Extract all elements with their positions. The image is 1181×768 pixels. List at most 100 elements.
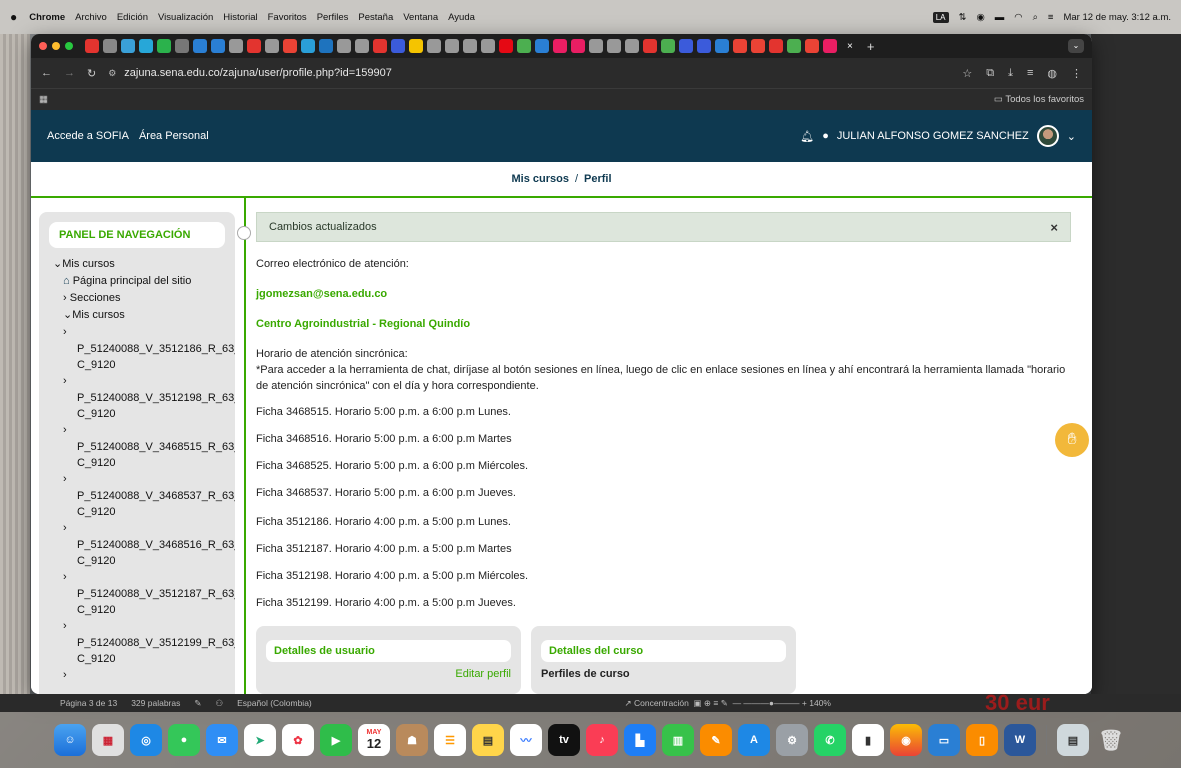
messages-app-icon[interactable]: ● bbox=[168, 724, 200, 756]
nav-course-item[interactable]: P_51240088_V_3468516_R_63_C_9120 bbox=[53, 537, 235, 569]
nav-course-item[interactable]: P_51240088_V_3468537_R_63_C_9120 bbox=[53, 488, 235, 520]
apple-icon[interactable]: ● bbox=[10, 10, 17, 24]
menu-item[interactable]: Perfiles bbox=[317, 12, 349, 23]
tab-favicon-icon[interactable] bbox=[625, 39, 639, 53]
appletv-app-icon[interactable]: tv bbox=[548, 724, 580, 756]
control-center-icon[interactable]: ≡ bbox=[1048, 12, 1054, 23]
nav-course-item[interactable]: P_51240088_V_3512199_R_63_C_9120 bbox=[53, 635, 235, 667]
back-icon[interactable]: ← bbox=[41, 67, 52, 79]
books-app-icon[interactable]: ▯ bbox=[966, 724, 998, 756]
tab-favicon-icon[interactable] bbox=[85, 39, 99, 53]
menu-item[interactable]: Ventana bbox=[403, 12, 438, 23]
maps-app-icon[interactable]: ➤ bbox=[244, 724, 276, 756]
tab-favicon-icon[interactable] bbox=[229, 39, 243, 53]
tab-favicon-icon[interactable] bbox=[481, 39, 495, 53]
tab-favicon-icon[interactable] bbox=[301, 39, 315, 53]
menu-app-name[interactable]: Chrome bbox=[29, 12, 65, 23]
tab-favicon-icon[interactable] bbox=[733, 39, 747, 53]
close-tab-icon[interactable]: × bbox=[847, 41, 853, 52]
close-window-icon[interactable] bbox=[39, 42, 47, 50]
music-app-icon[interactable]: ♪ bbox=[586, 724, 618, 756]
chevron-right-icon[interactable]: › bbox=[53, 324, 235, 341]
airdrop-icon[interactable]: ⇅ bbox=[959, 12, 967, 23]
sofia-link[interactable]: Accede a SOFIA bbox=[47, 130, 129, 142]
chevron-right-icon[interactable]: › bbox=[53, 422, 235, 439]
tab-favicon-icon[interactable] bbox=[517, 39, 531, 53]
safari-app-icon[interactable]: ◎ bbox=[130, 724, 162, 756]
notes-app-icon[interactable]: ▤ bbox=[472, 724, 504, 756]
tab-favicon-icon[interactable] bbox=[265, 39, 279, 53]
nav-item-sections[interactable]: › Secciones bbox=[53, 290, 235, 307]
word-app-icon[interactable]: W bbox=[1004, 724, 1036, 756]
reminders-app-icon[interactable]: ☰ bbox=[434, 724, 466, 756]
personal-area-link[interactable]: Área Personal bbox=[139, 130, 209, 142]
chevron-right-icon[interactable]: › bbox=[53, 618, 235, 635]
keynote-app-icon[interactable]: ▙ bbox=[624, 724, 656, 756]
tab-favicon-icon[interactable] bbox=[103, 39, 117, 53]
minimize-window-icon[interactable] bbox=[52, 42, 60, 50]
tab-favicon-icon[interactable] bbox=[499, 39, 513, 53]
chevron-right-icon[interactable]: › bbox=[53, 667, 235, 684]
site-info-icon[interactable]: ⚙ bbox=[108, 68, 116, 79]
downloads-icon[interactable]: ⤓ bbox=[1008, 67, 1013, 80]
battery-icon[interactable]: ▬ bbox=[995, 12, 1005, 23]
downloads-stack-icon[interactable]: ▤ bbox=[1057, 724, 1089, 756]
tab-favicon-icon[interactable] bbox=[553, 39, 567, 53]
mail-app-icon[interactable]: ✉ bbox=[206, 724, 238, 756]
tab-favicon-icon[interactable] bbox=[391, 39, 405, 53]
zoom-area[interactable]: ↗ Concentración ▣ ⊕ ≡ ✎ — ———●——— + 140% bbox=[625, 698, 832, 709]
tab-search-icon[interactable]: ⌄ bbox=[1068, 39, 1084, 53]
nav-course-item[interactable]: P_51240088_V_3512187_R_63_C_9120 bbox=[53, 586, 235, 618]
user-name[interactable]: JULIAN ALFONSO GOMEZ SANCHEZ bbox=[837, 130, 1029, 142]
tab-favicon-icon[interactable] bbox=[463, 39, 477, 53]
chevron-right-icon[interactable]: › bbox=[53, 569, 235, 586]
menu-item[interactable]: Pestaña bbox=[358, 12, 393, 23]
numbers-app-icon[interactable]: ▥ bbox=[662, 724, 694, 756]
menu-item[interactable]: Favoritos bbox=[268, 12, 307, 23]
screen-record-icon[interactable]: ◉ bbox=[976, 12, 984, 23]
tab-favicon-icon[interactable] bbox=[751, 39, 765, 53]
tab-favicon-icon[interactable] bbox=[427, 39, 441, 53]
reading-list-icon[interactable]: ≡ bbox=[1027, 67, 1033, 80]
tab-favicon-icon[interactable] bbox=[373, 39, 387, 53]
tab-favicon-icon[interactable] bbox=[535, 39, 549, 53]
tab-favicon-icon[interactable] bbox=[319, 39, 333, 53]
menu-item[interactable]: Visualización bbox=[158, 12, 213, 23]
clock[interactable]: Mar 12 de may. 3:12 a.m. bbox=[1063, 12, 1171, 23]
whatsapp-app-icon[interactable]: ✆ bbox=[814, 724, 846, 756]
language[interactable]: Español (Colombia) bbox=[237, 698, 312, 708]
input-source-badge[interactable]: LA bbox=[932, 11, 949, 23]
tab-favicon-icon[interactable] bbox=[355, 39, 369, 53]
tab-favicon-icon[interactable] bbox=[589, 39, 603, 53]
accessibility-icon[interactable]: ⚇ bbox=[215, 698, 223, 709]
tab-favicon-icon[interactable] bbox=[787, 39, 801, 53]
tab-favicon-icon[interactable] bbox=[121, 39, 135, 53]
menu-item[interactable]: Historial bbox=[223, 12, 257, 23]
preview-app-icon[interactable]: ▭ bbox=[928, 724, 960, 756]
tab-favicon-icon[interactable] bbox=[283, 39, 297, 53]
facetime-app-icon[interactable]: ▶ bbox=[320, 724, 352, 756]
apps-grid-icon[interactable]: ▦ bbox=[39, 94, 48, 105]
profile-icon[interactable]: ◍ bbox=[1047, 67, 1057, 80]
messages-chat-icon[interactable]: ● bbox=[822, 130, 829, 142]
calendar-app-icon[interactable]: MAY 12 bbox=[358, 724, 390, 756]
menu-kebab-icon[interactable]: ⋮ bbox=[1071, 67, 1082, 80]
app-store-icon[interactable]: A bbox=[738, 724, 770, 756]
edit-profile-link[interactable]: Editar perfil bbox=[266, 668, 511, 680]
avatar[interactable] bbox=[1036, 125, 1059, 147]
tab-favicon-icon[interactable] bbox=[679, 39, 693, 53]
tab-favicon-icon[interactable] bbox=[157, 39, 171, 53]
tab-favicon-icon[interactable] bbox=[445, 39, 459, 53]
word-count[interactable]: 329 palabras bbox=[131, 698, 180, 708]
chevron-right-icon[interactable]: › bbox=[53, 520, 235, 537]
handshake-icon[interactable]: ✋︎ bbox=[1055, 423, 1089, 457]
reload-icon[interactable]: ↻ bbox=[87, 67, 96, 80]
freeform-app-icon[interactable]: 〰 bbox=[510, 724, 542, 756]
nav-item-home[interactable]: ⌂ Página principal del sitio bbox=[53, 273, 235, 290]
nav-item-my-courses-root[interactable]: ⌄Mis cursos bbox=[53, 256, 235, 273]
chevron-down-icon[interactable]: ⌄ bbox=[1067, 130, 1076, 143]
tab-favicon-icon[interactable] bbox=[805, 39, 819, 53]
system-settings-icon[interactable]: ⚙ bbox=[776, 724, 808, 756]
tab-favicon-icon[interactable] bbox=[571, 39, 585, 53]
menu-item[interactable]: Archivo bbox=[75, 12, 107, 23]
